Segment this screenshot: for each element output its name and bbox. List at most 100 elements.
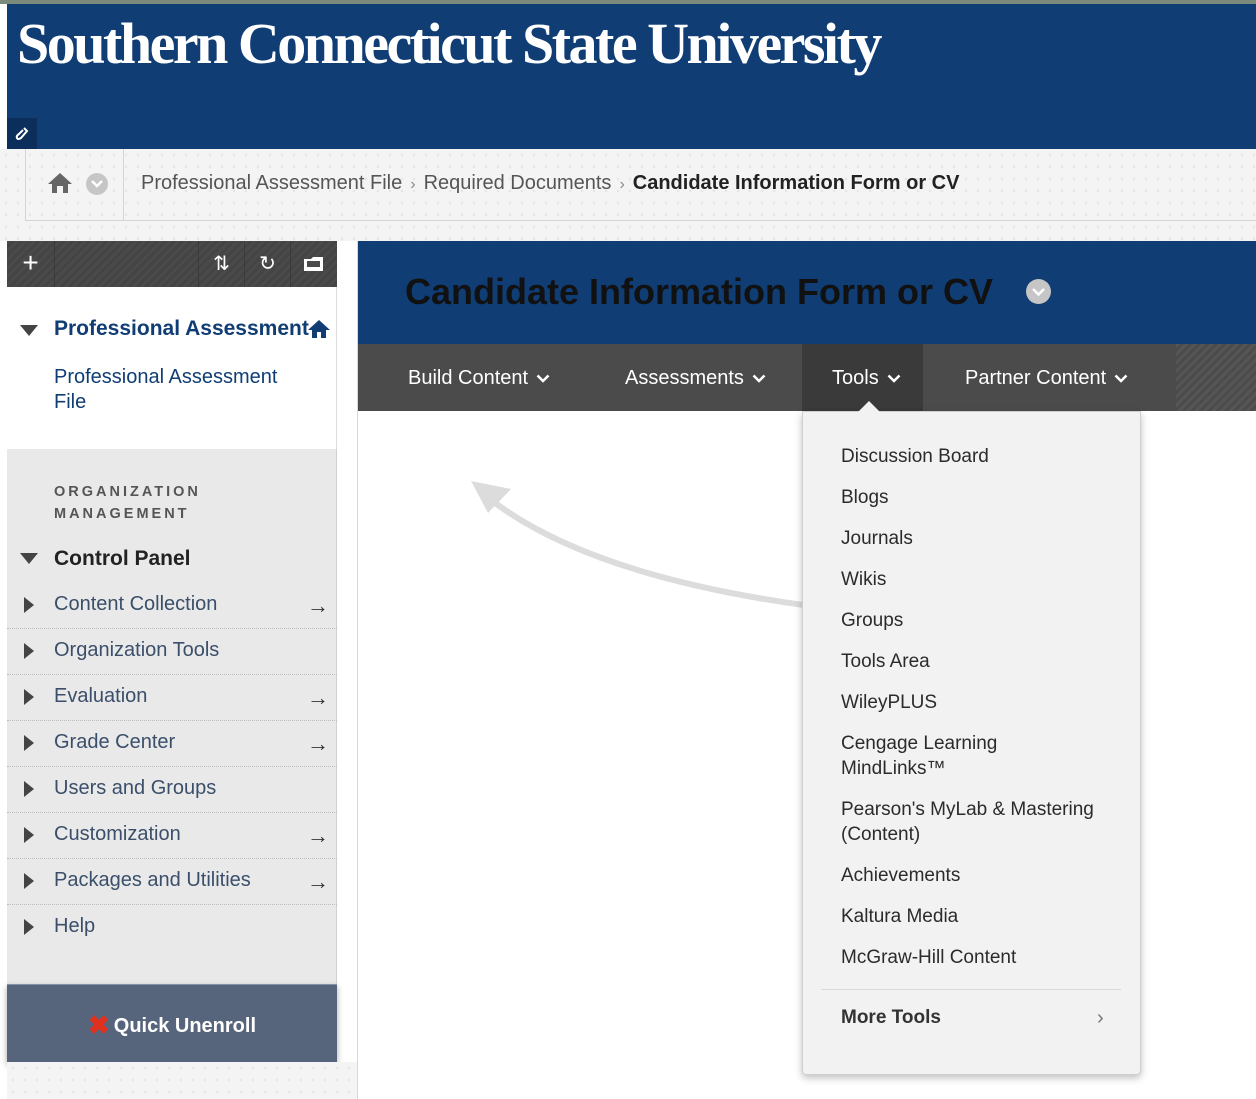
control-panel-title[interactable]: Control Panel — [54, 547, 191, 571]
build-content-label: Build Content — [408, 367, 529, 389]
expand-triangle-icon[interactable] — [24, 873, 34, 889]
control-panel-item-label[interactable]: Customization — [54, 823, 181, 846]
course-menu: + ⇅ ↻ Professional Assessment Profession… — [7, 241, 357, 1099]
breadcrumb-trail: Professional Assessment File › Required Do… — [141, 172, 959, 195]
menu-item-groups[interactable]: Groups — [841, 608, 903, 633]
partner-content-label: Partner Content — [965, 367, 1107, 389]
control-panel-item-customization[interactable]: Customization → — [7, 813, 337, 859]
build-content-menu[interactable]: Build Content — [408, 344, 550, 411]
hint-arrow-icon — [471, 481, 814, 609]
red-x-icon: ✖ — [87, 1010, 110, 1040]
control-panel-item-label[interactable]: Organization Tools — [54, 639, 219, 662]
control-panel-item-organization-tools[interactable]: Organization Tools — [7, 629, 337, 675]
link-icon[interactable] — [7, 118, 37, 149]
menu-item-achievements[interactable]: Achievements — [841, 863, 960, 888]
menu-divider — [821, 989, 1121, 990]
control-panel: ORGANIZATION MANAGEMENT Control Panel Co… — [7, 449, 337, 984]
expand-triangle-icon[interactable] — [24, 689, 34, 705]
quick-unenroll-button[interactable]: ✖ Quick Unenroll — [7, 984, 337, 1062]
tools-label: Tools — [832, 367, 879, 389]
assessments-label: Assessments — [625, 367, 744, 389]
menu-item-wikis[interactable]: Wikis — [841, 567, 886, 592]
menu-item-journals[interactable]: Journals — [841, 526, 913, 551]
chevron-down-icon[interactable] — [1026, 279, 1051, 304]
folder-icon[interactable] — [290, 241, 336, 287]
university-name[interactable]: Southern Connecticut State University — [17, 10, 882, 77]
refresh-icon[interactable]: ↻ — [244, 241, 290, 287]
control-panel-item-evaluation[interactable]: Evaluation → — [7, 675, 337, 721]
arrow-right-icon[interactable]: → — [307, 869, 329, 895]
control-panel-item-packages-and-utilities[interactable]: Packages and Utilities → — [7, 859, 337, 905]
quick-unenroll-label: Quick Unenroll — [113, 1015, 257, 1037]
expand-triangle-icon[interactable] — [24, 919, 34, 935]
more-tools-item[interactable]: More Tools — [841, 1007, 941, 1029]
course-menu-toolbar: + ⇅ ↻ — [7, 241, 337, 287]
chevron-down-icon[interactable] — [86, 173, 108, 195]
expand-triangle-icon[interactable] — [24, 597, 34, 613]
course-section: Professional Assessment Professional Ass… — [7, 287, 337, 449]
arrow-right-icon[interactable]: → — [307, 593, 329, 619]
breadcrumb: Professional Assessment File › Required Do… — [25, 149, 1256, 221]
menu-item-mcgraw-hill-content[interactable]: McGraw-Hill Content — [841, 945, 1016, 970]
menu-item-blogs[interactable]: Blogs — [841, 485, 889, 510]
assessments-menu[interactable]: Assessments — [625, 344, 766, 411]
sort-icon[interactable]: ⇅ — [198, 241, 244, 287]
chevron-down-icon — [536, 344, 550, 410]
collapse-triangle-icon[interactable] — [20, 553, 38, 564]
arrow-right-icon[interactable]: → — [307, 823, 329, 849]
menu-item-kaltura-media[interactable]: Kaltura Media — [841, 904, 958, 929]
breadcrumb-item-current: Candidate Information Form or CV — [632, 172, 960, 194]
control-panel-item-help[interactable]: Help — [7, 905, 337, 951]
chevron-right-icon[interactable]: › — [1097, 1007, 1104, 1030]
menu-item-discussion-board[interactable]: Discussion Board — [841, 444, 989, 469]
add-menu-item-button[interactable]: + — [7, 241, 55, 287]
menu-item-pearsons-mylab[interactable]: Pearson's MyLab & Mastering — [841, 797, 1094, 822]
partner-content-menu[interactable]: Partner Content — [965, 344, 1128, 411]
control-panel-item-grade-center[interactable]: Grade Center → — [7, 721, 337, 767]
control-panel-item-content-collection[interactable]: Content Collection → — [7, 583, 337, 629]
breadcrumb-area: Professional Assessment File › Required Do… — [0, 149, 1256, 241]
control-panel-item-label[interactable]: Content Collection — [54, 593, 217, 616]
breadcrumb-item-required-documents[interactable]: Required Documents — [424, 172, 612, 194]
course-home-icon — [307, 319, 331, 344]
site-header: Southern Connecticut State University — [7, 4, 1256, 149]
control-panel-item-users-and-groups[interactable]: Users and Groups — [7, 767, 337, 813]
chevron-down-icon — [887, 344, 901, 410]
control-panel-item-label[interactable]: Users and Groups — [54, 777, 216, 800]
control-panel-item-label[interactable]: Help — [54, 915, 95, 938]
menu-item-cengage-learning[interactable]: Cengage Learning — [841, 731, 997, 756]
control-panel-item-label[interactable]: Evaluation — [54, 685, 147, 708]
collapse-triangle-icon[interactable] — [20, 325, 38, 336]
quick-unenroll-content[interactable]: ✖ Quick Unenroll — [7, 985, 337, 1063]
page-title: Candidate Information Form or CV — [405, 271, 994, 312]
arrow-right-icon[interactable]: → — [307, 685, 329, 711]
chevron-down-icon — [1114, 344, 1128, 410]
arrow-right-icon[interactable]: → — [307, 731, 329, 757]
course-title[interactable]: Professional Assessment — [54, 317, 309, 341]
breadcrumb-item-professional-assessment-file[interactable]: Professional Assessment File — [141, 172, 402, 194]
menu-item-tools-area[interactable]: Tools Area — [841, 649, 930, 674]
tools-dropdown: Discussion Board Blogs Journals Wikis Gr… — [802, 411, 1141, 1075]
breadcrumb-separator: › — [410, 176, 416, 193]
expand-triangle-icon[interactable] — [24, 643, 34, 659]
course-link-professional-assessment-file[interactable]: Professional Assessment File — [54, 365, 314, 415]
breadcrumb-home — [26, 149, 124, 220]
expand-triangle-icon[interactable] — [24, 735, 34, 751]
expand-triangle-icon[interactable] — [24, 827, 34, 843]
control-panel-item-label[interactable]: Grade Center — [54, 731, 175, 754]
menu-item-pearsons-mylab-line-2[interactable]: (Content) — [841, 822, 920, 847]
expand-triangle-icon[interactable] — [24, 781, 34, 797]
menu-item-cengage-learning-line-2[interactable]: MindLinks™ — [841, 756, 946, 781]
control-panel-list: Content Collection → Organization Tools E… — [7, 583, 337, 951]
page-header: Candidate Information Form or CV — [358, 241, 1256, 344]
control-panel-item-label[interactable]: Packages and Utilities — [54, 869, 251, 892]
menu-item-wileyplus[interactable]: WileyPLUS — [841, 690, 937, 715]
home-icon[interactable] — [46, 171, 74, 195]
organization-management-label: ORGANIZATION MANAGEMENT — [54, 484, 201, 522]
content-area: Candidate Information Form or CV Build C… — [357, 241, 1256, 1099]
breadcrumb-separator: › — [619, 176, 625, 193]
chevron-down-icon — [752, 344, 766, 410]
dropdown-pointer — [858, 401, 880, 412]
action-bar: Build Content Assessments Tools Partner … — [358, 344, 1256, 411]
action-bar-stripe — [1176, 344, 1256, 411]
